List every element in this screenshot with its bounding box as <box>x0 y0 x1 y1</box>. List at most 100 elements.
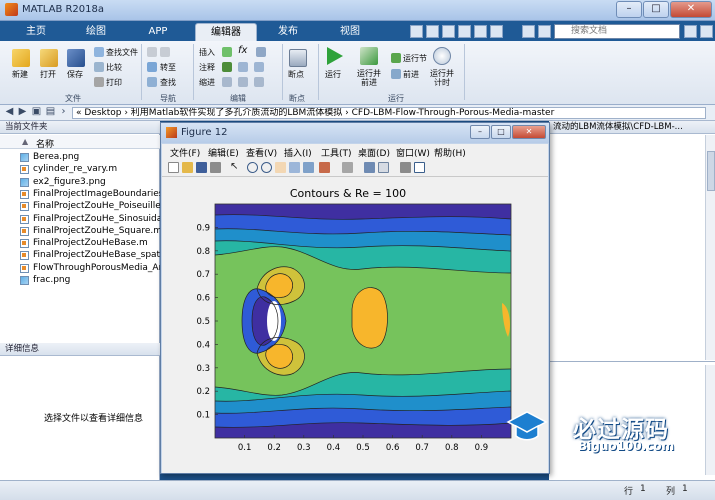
breakpoints-icon[interactable] <box>289 49 307 67</box>
insert-button[interactable]: 插入 <box>199 47 215 58</box>
path-chevron-icon[interactable]: › <box>58 107 69 118</box>
show-plot-tools-icon[interactable] <box>414 162 425 173</box>
run-advance-icon[interactable] <box>360 47 378 65</box>
menu-tools[interactable]: 工具(T) <box>321 146 352 159</box>
comment-percent-icon[interactable] <box>222 62 232 72</box>
minimize-button[interactable]: – <box>616 1 642 18</box>
zoom-out-icon[interactable] <box>261 162 272 173</box>
comment-button[interactable]: 注释 <box>199 62 215 73</box>
menu-help[interactable]: 帮助(H) <box>434 146 466 159</box>
file-list-item[interactable]: FinalProjectZouHe_Sinosuidal.m <box>0 213 160 225</box>
open-file-icon[interactable] <box>182 162 193 173</box>
hide-plot-tools-icon[interactable] <box>400 162 411 173</box>
tab-apps[interactable]: APP <box>138 23 178 41</box>
tab-view[interactable]: 视图 <box>330 23 370 41</box>
quick-copy-icon[interactable] <box>442 25 455 38</box>
file-list-item[interactable]: FinalProjectZouHeBase.m <box>0 237 160 249</box>
scrollbar-thumb[interactable] <box>707 151 715 191</box>
filter-icon[interactable] <box>684 25 697 38</box>
figure-minimize-button[interactable]: – <box>470 125 490 139</box>
find-files-button[interactable]: 查找文件 <box>106 47 138 58</box>
insert-colorbar-icon[interactable] <box>364 162 375 173</box>
contour-plot[interactable]: Contours & Re = 100 0.1 0.2 0.3 0.4 0.5 … <box>162 177 548 473</box>
uncomment-icon[interactable] <box>254 62 264 72</box>
file-list-item[interactable]: cylinder_re_vary.m <box>0 163 160 175</box>
quick-paste-icon[interactable] <box>458 25 471 38</box>
folder-up-icon[interactable]: ▣ <box>31 107 42 118</box>
vertical-scrollbar[interactable] <box>705 365 715 475</box>
back-nav-icon[interactable] <box>147 47 157 57</box>
advance-button[interactable]: 前进 <box>403 69 419 80</box>
expand-icon[interactable] <box>700 25 713 38</box>
maximize-button[interactable]: □ <box>643 1 669 18</box>
link-plot-icon[interactable] <box>342 162 353 173</box>
function-fx-icon[interactable]: fx <box>238 45 247 56</box>
goto-button[interactable]: 转至 <box>160 62 176 73</box>
new-figure-icon[interactable] <box>168 162 179 173</box>
tab-publish[interactable]: 发布 <box>268 23 308 41</box>
print-button[interactable]: 打印 <box>106 77 122 88</box>
data-cursor-icon[interactable] <box>303 162 314 173</box>
file-list-item[interactable]: FinalProjectZouHe_Square.m <box>0 225 160 237</box>
tab-plots[interactable]: 绘图 <box>76 23 116 41</box>
smart-indent-icon[interactable] <box>222 77 232 87</box>
run-button[interactable]: 运行 <box>325 69 341 80</box>
tab-home[interactable]: 主页 <box>18 23 54 41</box>
breakpoints-button[interactable]: 断点 <box>288 69 304 80</box>
save-figure-icon[interactable] <box>196 162 207 173</box>
print-figure-icon[interactable] <box>210 162 221 173</box>
insert-more-icon[interactable] <box>256 47 266 57</box>
current-folder-path[interactable]: « Desktop › 利用Matlab软件实现了多孔介质流动的LBM流体模拟 … <box>72 107 706 119</box>
forward-arrow-icon[interactable]: ▶ <box>17 107 28 118</box>
vertical-scrollbar[interactable] <box>705 135 715 360</box>
insert-section-icon[interactable] <box>222 47 232 57</box>
back-arrow-icon[interactable]: ◀ <box>4 107 15 118</box>
browse-folder-icon[interactable]: ▤ <box>45 107 56 118</box>
figure-close-button[interactable]: ✕ <box>512 125 546 139</box>
new-icon[interactable] <box>12 49 30 67</box>
find-button[interactable]: 查找 <box>160 77 176 88</box>
run-and-time-button[interactable]: 运行并 计时 <box>430 69 454 87</box>
pan-hand-icon[interactable] <box>275 162 286 173</box>
close-button[interactable]: ✕ <box>670 1 712 18</box>
quick-cut-icon[interactable] <box>426 25 439 38</box>
file-list-item[interactable]: FinalProjectImageBoundaries.m <box>0 188 160 200</box>
file-list-item[interactable]: FlowThroughPorousMedia_Arjun <box>0 262 160 274</box>
help-icon[interactable] <box>538 25 551 38</box>
indent-button[interactable]: 缩进 <box>199 77 215 88</box>
save-icon[interactable] <box>67 49 85 67</box>
menu-edit[interactable]: 编辑(E) <box>208 146 239 159</box>
open-icon[interactable] <box>40 49 58 67</box>
save-button[interactable]: 保存 <box>67 69 83 80</box>
run-advance-button[interactable]: 运行并 前进 <box>357 69 381 87</box>
file-list-item[interactable]: FinalProjectZouHe_Poiseuille.m <box>0 200 160 212</box>
menu-insert[interactable]: 插入(I) <box>284 146 312 159</box>
decrease-indent-icon[interactable] <box>254 77 264 87</box>
file-list-item[interactable]: FinalProjectZouHeBase_spatconv <box>0 249 160 261</box>
menu-window[interactable]: 窗口(W) <box>396 146 430 159</box>
wrap-comment-icon[interactable] <box>238 62 248 72</box>
run-and-time-icon[interactable] <box>433 47 451 65</box>
file-list-item[interactable]: ex2_figure3.png <box>0 176 160 188</box>
quick-save-icon[interactable] <box>410 25 423 38</box>
undo-icon[interactable] <box>474 25 487 38</box>
file-list-column-header[interactable]: ▲ 名称 <box>0 135 160 150</box>
menu-file[interactable]: 文件(F) <box>170 146 200 159</box>
pointer-icon[interactable]: ↖ <box>230 162 241 173</box>
figure-title-bar[interactable]: Figure 12 – □ ✕ <box>161 123 549 143</box>
rotate-3d-icon[interactable] <box>289 162 300 173</box>
run-icon[interactable] <box>327 47 343 65</box>
file-list-item[interactable]: Berea.png <box>0 151 160 163</box>
redo-icon[interactable] <box>490 25 503 38</box>
menu-desktop[interactable]: 桌面(D) <box>358 146 390 159</box>
insert-legend-icon[interactable] <box>378 162 389 173</box>
file-list-item[interactable]: frac.png <box>0 274 160 286</box>
search-documentation-input[interactable]: 搜索文档 <box>554 24 680 39</box>
new-button[interactable]: 新建 <box>12 69 28 80</box>
tab-editor[interactable]: 编辑器 <box>195 23 257 41</box>
increase-indent-icon[interactable] <box>238 77 248 87</box>
open-button[interactable]: 打开 <box>40 69 56 80</box>
zoom-in-icon[interactable] <box>247 162 258 173</box>
menu-view[interactable]: 查看(V) <box>246 146 277 159</box>
run-section-button[interactable]: 运行节 <box>403 53 427 64</box>
